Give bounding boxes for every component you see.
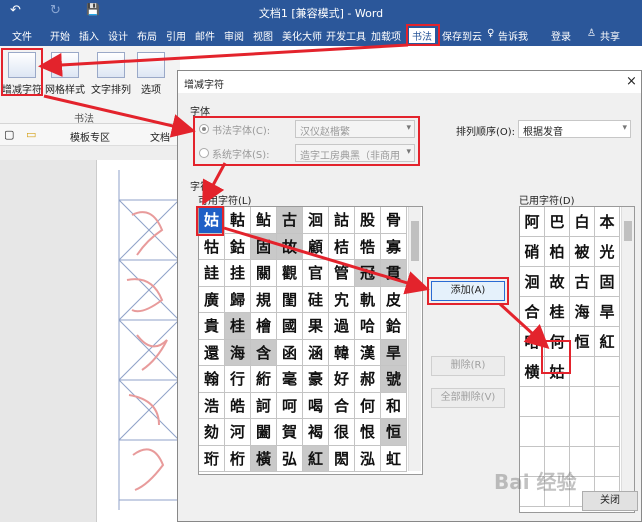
arrow-font-to-char: [202, 162, 227, 206]
arrow-tab-to-button: [38, 43, 409, 77]
arrow-add-to-used: [498, 302, 550, 350]
arrow-char-to-add: [223, 226, 430, 295]
arrow-button-to-font: [43, 94, 196, 138]
annotation-arrows: [38, 43, 550, 350]
